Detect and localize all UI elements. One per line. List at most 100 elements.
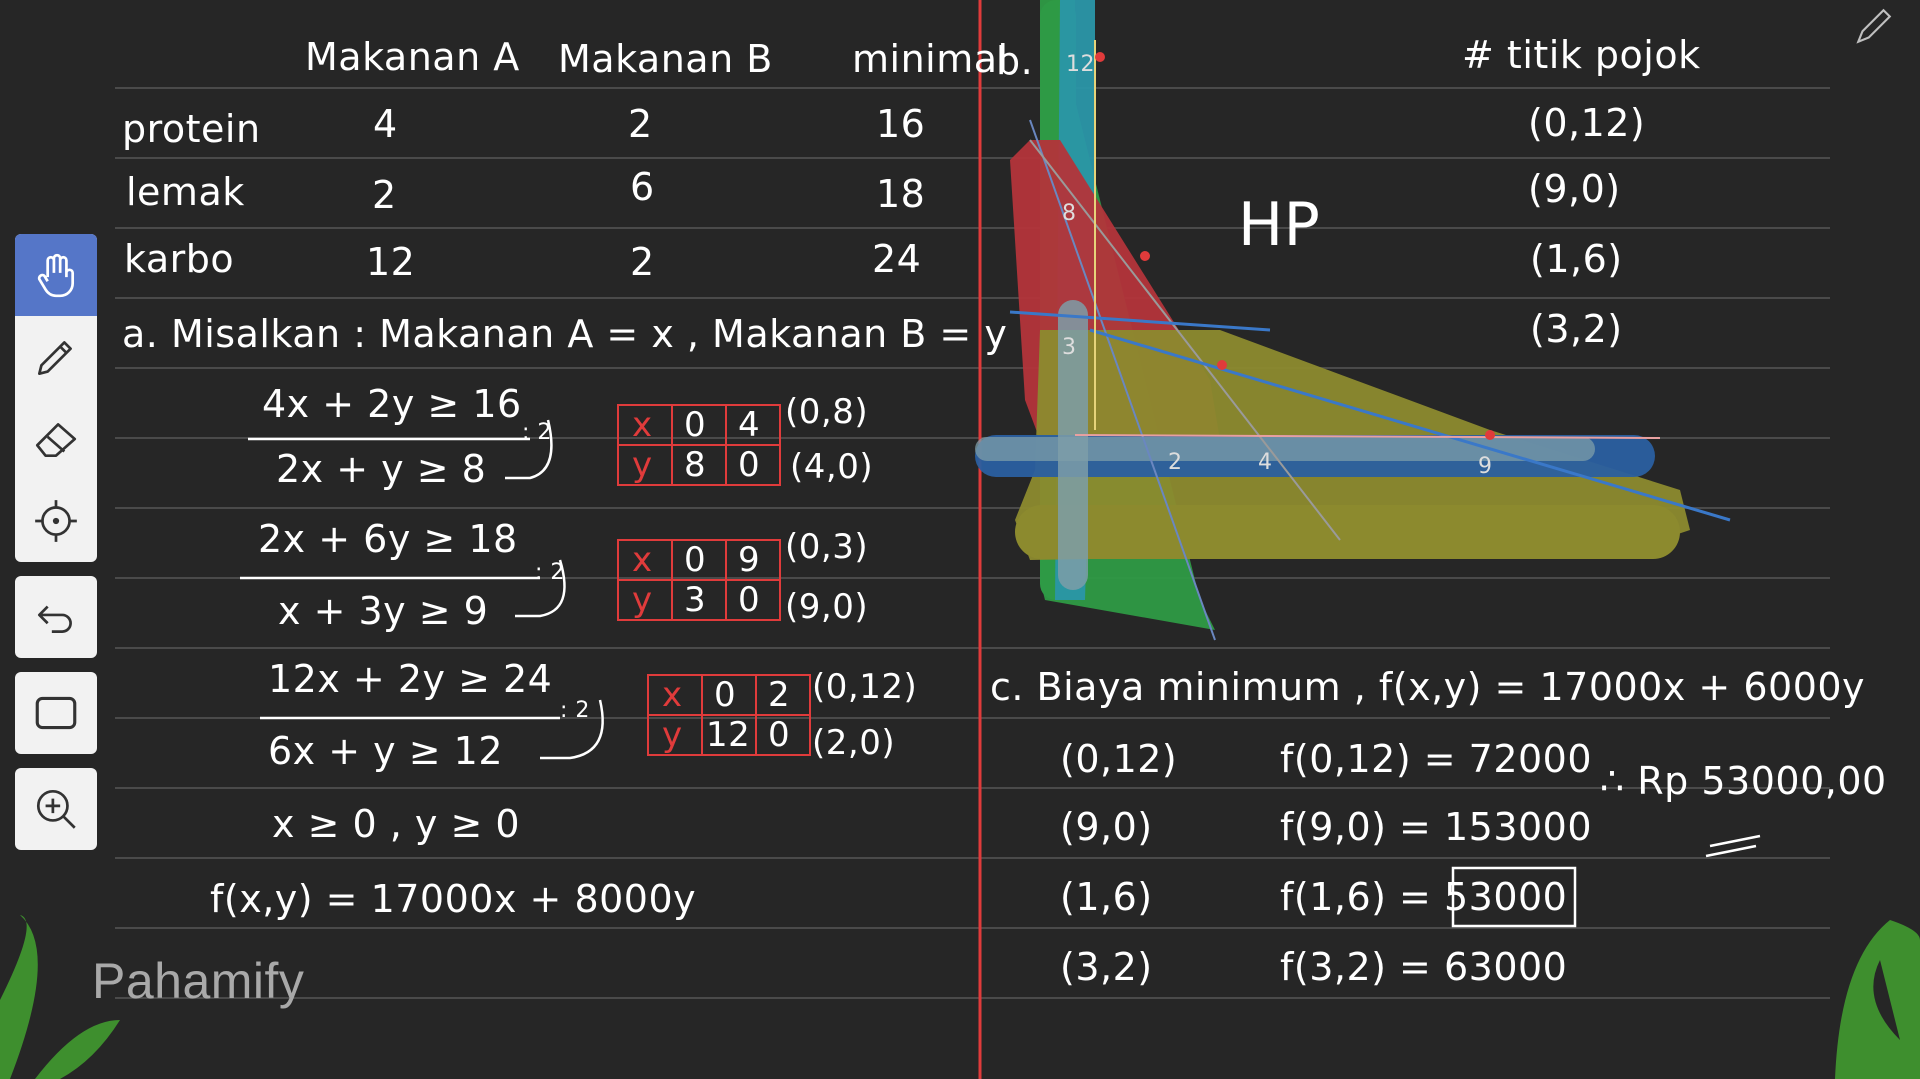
c3-table-y2: 0: [768, 715, 791, 755]
c3-table-x1: 0: [714, 675, 737, 715]
tool-group-undo: [15, 576, 97, 658]
constraint-2-original: 2x + 6y ≥ 18: [258, 517, 518, 561]
eval-point-3: (1,6): [1060, 875, 1153, 919]
left-toolbar: [14, 234, 98, 864]
laser-tool[interactable]: [15, 480, 97, 562]
axis-tick-8: 8: [1062, 201, 1077, 226]
c2-table-y2: 0: [738, 580, 761, 620]
corner-point-1: (0,12): [1528, 101, 1646, 145]
eraser-tool[interactable]: [15, 398, 97, 480]
nonnegativity-constraint: x ≥ 0 , y ≥ 0: [272, 802, 521, 846]
c3-point-1: (0,12): [812, 667, 918, 707]
tool-group-draw: [15, 234, 97, 562]
cell-protein-min: 16: [876, 102, 926, 146]
cell-karbo-b: 2: [630, 240, 655, 284]
objective-function: f(x,y) = 17000x + 8000y: [210, 877, 697, 921]
cell-lemak-b: 6: [630, 165, 655, 209]
eval-point-1: (0,12): [1060, 737, 1178, 781]
c2-table-y0: y: [632, 580, 653, 620]
axis-tick-3: 3: [1062, 335, 1077, 360]
constraint-3-original: 12x + 2y ≥ 24: [268, 657, 553, 701]
c1-point-1: (0,8): [785, 392, 869, 432]
constraint-1-original: 4x + 2y ≥ 16: [262, 382, 522, 426]
pencil-icon: [37, 341, 72, 376]
c1-table-x1: 0: [684, 405, 707, 445]
constraint-3-simplified: 6x + y ≥ 12: [268, 729, 504, 773]
zoom-in-tool[interactable]: [15, 768, 97, 850]
feasible-region-label: HP: [1238, 190, 1321, 260]
corner-9-0: [1485, 430, 1495, 440]
cell-karbo-min: 24: [872, 237, 922, 281]
corner-point-4: (3,2): [1530, 307, 1623, 351]
tool-group-zoom: [15, 768, 97, 850]
c2-table-y1: 3: [684, 580, 707, 620]
constraint-2-simplified: x + 3y ≥ 9: [278, 589, 489, 633]
c2-table-x0: x: [632, 540, 653, 580]
constraint-1-simplified: 2x + y ≥ 8: [276, 447, 487, 491]
zoom-in-icon: [36, 789, 76, 829]
c1-table-y2: 0: [738, 445, 761, 485]
cell-protein-a: 4: [373, 102, 398, 146]
part-a-intro: a. Misalkan : Makanan A = x , Makanan B …: [122, 312, 1008, 356]
constraint-2-divide: : 2: [535, 560, 565, 585]
axis-tick-x2: 2: [1168, 450, 1183, 475]
c1-table-x0: x: [632, 405, 653, 445]
undo-tool[interactable]: [15, 576, 97, 658]
c2-table-x2: 9: [738, 540, 761, 580]
eraser-icon: [35, 423, 77, 458]
corner-0-12: [1095, 52, 1105, 62]
leaf-decoration-right: [1835, 920, 1920, 1079]
hand-tool[interactable]: [15, 234, 97, 316]
c3-table-y1: 12: [706, 715, 751, 755]
eval-result-1: f(0,12) = 72000: [1280, 737, 1593, 781]
c2-table-x1: 0: [684, 540, 707, 580]
cell-lemak-a: 2: [372, 173, 397, 217]
part-c-title: c. Biaya minimum , f(x,y) = 17000x + 600…: [990, 665, 1866, 709]
eval-point-4: (3,2): [1060, 945, 1153, 989]
target-icon: [35, 500, 77, 542]
olive-band: [1015, 505, 1680, 559]
c3-point-2: (2,0): [812, 723, 896, 763]
cell-karbo-a: 12: [366, 240, 416, 284]
c1-table-y0: y: [632, 445, 653, 485]
row-label-protein: protein: [122, 107, 261, 151]
part-b-label: b.: [996, 39, 1034, 83]
eval-result-2: f(9,0) = 153000: [1280, 805, 1593, 849]
c1-table-y1: 8: [684, 445, 707, 485]
corner-3-2: [1217, 360, 1227, 370]
corner-points-title: # titik pojok: [1462, 33, 1701, 77]
gray-x-axis: [975, 437, 1595, 461]
corner-point-2: (9,0): [1528, 167, 1621, 211]
pen-tool-icon[interactable]: [1852, 6, 1894, 48]
corner-point-3: (1,6): [1530, 237, 1623, 281]
header-makanan-b: Makanan B: [558, 37, 773, 81]
c3-table-x0: x: [662, 675, 683, 715]
header-minimal: minimal: [852, 37, 1009, 81]
pencil-tool[interactable]: [15, 316, 97, 398]
c3-table-x2: 2: [768, 675, 791, 715]
rectangle-tool[interactable]: [15, 672, 97, 754]
c1-point-2: (4,0): [790, 447, 874, 487]
c3-table-y0: y: [662, 715, 683, 755]
final-answer: ∴ Rp 53000,00: [1600, 759, 1887, 803]
c1-table-x2: 4: [738, 405, 761, 445]
c2-point-1: (0,3): [785, 527, 869, 567]
tool-group-shape: [15, 672, 97, 754]
hand-icon: [37, 253, 75, 298]
cell-lemak-min: 18: [876, 172, 926, 216]
eval-result-4: f(3,2) = 63000: [1280, 945, 1568, 989]
axis-tick-12: 12: [1066, 52, 1095, 77]
constraint-1-divide: : 2: [522, 420, 552, 445]
axis-tick-x4: 4: [1258, 450, 1273, 475]
corner-1-6: [1140, 251, 1150, 261]
row-label-lemak: lemak: [126, 170, 245, 214]
constraint-3-divide: : 2: [560, 698, 590, 723]
eval-point-2: (9,0): [1060, 805, 1153, 849]
eval-result-3: f(1,6) = 53000: [1280, 875, 1568, 919]
cell-protein-b: 2: [628, 102, 653, 146]
c2-point-2: (9,0): [785, 587, 869, 627]
rectangle-icon: [35, 696, 77, 730]
row-label-karbo: karbo: [124, 237, 235, 281]
header-makanan-a: Makanan A: [305, 35, 520, 79]
undo-icon: [37, 605, 72, 633]
